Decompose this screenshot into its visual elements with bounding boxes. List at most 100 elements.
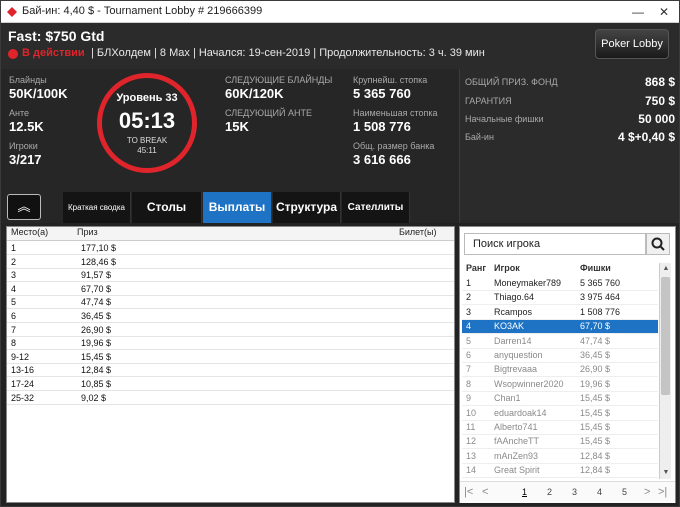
- player-rank: 2: [466, 292, 472, 303]
- scroll-down-icon[interactable]: ▼: [660, 467, 672, 479]
- payout-prize: 177,10 $: [81, 243, 117, 253]
- player-chips: 36,45 $: [580, 350, 611, 360]
- players-scrollbar[interactable]: ▲ ▼: [659, 263, 671, 479]
- pokerstars-logo-icon: [7, 7, 17, 17]
- next-ante-value: 15K: [225, 119, 249, 134]
- scroll-thumb[interactable]: [661, 277, 670, 395]
- payout-place: 9-12: [11, 351, 30, 362]
- page-link[interactable]: 4: [597, 487, 602, 497]
- last-page-icon[interactable]: >|: [658, 486, 667, 498]
- next-ante-label: СЛЕДУЮЩИЙ АНТЕ: [225, 108, 312, 118]
- player-row[interactable]: 13 mAnZen93 12,84 $: [462, 450, 658, 464]
- player-row[interactable]: 2 Thiago.64 3 975 464: [462, 291, 658, 306]
- smallest-stack-value: 1 508 776: [353, 119, 411, 134]
- level-clock: 05:13: [118, 108, 176, 133]
- payout-row: 6 36,45 $: [7, 310, 454, 323]
- level-timer: Уровень 33 05:13 TO BREAK 45:11: [97, 73, 197, 173]
- payout-prize: 36,45 $: [81, 311, 112, 321]
- poker-lobby-button[interactable]: Poker Lobby: [595, 29, 669, 59]
- collapse-button[interactable]: ︽: [7, 194, 41, 220]
- player-search-input[interactable]: Поиск игрока: [464, 233, 646, 255]
- starting-chips-label: Начальные фишки: [465, 114, 544, 124]
- player-row[interactable]: 4 KO3AK 67,70 $: [462, 320, 658, 335]
- first-page-icon[interactable]: |<: [464, 486, 473, 498]
- payout-row: 4 67,70 $: [7, 283, 454, 296]
- player-rank: 1: [466, 278, 472, 288]
- player-row[interactable]: 12 fAAncheTT 15,45 $: [462, 435, 658, 450]
- payout-place: 7: [11, 324, 17, 335]
- tab-tables[interactable]: Столы: [132, 192, 202, 223]
- minimize-button[interactable]: —: [627, 3, 649, 21]
- player-player: Chan1: [494, 393, 521, 404]
- page-link[interactable]: 1: [522, 487, 527, 497]
- next-blinds-label: СЛЕДУЮЩИЕ БЛАЙНДЫ: [225, 75, 333, 85]
- col-ticket-header: Билет(ы): [399, 227, 437, 237]
- player-chips: 12,84 $: [580, 450, 611, 461]
- payouts-header: [7, 227, 454, 241]
- buyin-value: 4 $+0,40 $: [617, 130, 675, 144]
- search-button[interactable]: [646, 233, 670, 255]
- to-break-value: 45:11: [137, 146, 157, 155]
- close-button[interactable]: ✕: [653, 3, 675, 21]
- col-chips-header: Фишки: [580, 263, 611, 273]
- page-link[interactable]: 2: [547, 487, 552, 497]
- player-row[interactable]: 10 eduardoak14 15,45 $: [462, 407, 658, 421]
- player-rank: 12: [466, 436, 477, 447]
- next-page-icon[interactable]: >: [644, 486, 650, 498]
- payout-place: 17-24: [11, 379, 35, 389]
- player-player: eduardoak14: [494, 407, 547, 418]
- player-row[interactable]: 1 Moneymaker789 5 365 760: [462, 277, 658, 291]
- payout-row: 17-24 10,85 $: [7, 378, 454, 391]
- page-link[interactable]: 5: [622, 487, 627, 497]
- prev-page-icon[interactable]: <: [482, 486, 488, 498]
- tab-summary[interactable]: Краткая сводка: [63, 192, 131, 223]
- player-rank: 9: [466, 393, 472, 404]
- player-player: KO3AK: [494, 321, 525, 332]
- player-player: Darren14: [494, 335, 532, 346]
- next-blinds-value: 60K/120K: [225, 86, 284, 101]
- ante-value: 12.5K: [9, 119, 44, 134]
- player-chips: 5 365 760: [580, 278, 621, 288]
- payout-row: 1 177,10 $: [7, 242, 454, 255]
- page-link[interactable]: 3: [572, 487, 577, 497]
- player-rank: 8: [466, 378, 472, 389]
- player-rank: 11: [466, 422, 476, 432]
- player-player: Great Spirit: [494, 465, 540, 476]
- player-player: Thiago.64: [494, 292, 535, 303]
- payout-place: 5: [11, 297, 17, 308]
- player-row[interactable]: 14 Great Spirit 12,84 $: [462, 464, 658, 479]
- starting-chips-value: 50 000: [638, 112, 675, 126]
- bank-label: Общ. размер банка: [353, 141, 435, 151]
- status-dot-icon: [8, 49, 18, 59]
- payout-place: 2: [11, 256, 17, 267]
- tab-payouts[interactable]: Выплаты: [203, 192, 272, 223]
- player-row[interactable]: 6 anyquestion 36,45 $: [462, 349, 658, 363]
- payout-prize: 15,45 $: [81, 351, 112, 362]
- payout-row: 25-32 9,02 $: [7, 392, 454, 405]
- player-player: Moneymaker789: [494, 278, 562, 288]
- prize-pool-value: 868 $: [644, 75, 675, 89]
- player-chips: 19,96 $: [580, 378, 611, 389]
- player-rank: 4: [466, 321, 472, 332]
- player-row[interactable]: 7 Bigtrevaaa 26,90 $: [462, 363, 658, 378]
- player-row[interactable]: 9 Chan1 15,45 $: [462, 392, 658, 407]
- payout-prize: 26,90 $: [81, 324, 112, 335]
- player-row[interactable]: 11 Alberto741 15,45 $: [462, 421, 658, 435]
- player-rank: 6: [466, 350, 472, 360]
- scroll-up-icon[interactable]: ▲: [660, 263, 672, 275]
- player-chips: 67,70 $: [580, 321, 611, 332]
- player-chips: 3 975 464: [580, 292, 621, 303]
- player-chips: 26,90 $: [580, 364, 611, 375]
- payout-row: 9-12 15,45 $: [7, 351, 454, 364]
- tab-structure[interactable]: Структура: [273, 192, 341, 223]
- player-row[interactable]: 5 Darren14 47,74 $: [462, 335, 658, 349]
- player-row[interactable]: 8 Wsopwinner2020 19,96 $: [462, 378, 658, 392]
- player-row[interactable]: 3 Rcampos 1 508 776: [462, 306, 658, 320]
- payout-row: 2 128,46 $: [7, 256, 454, 269]
- player-chips: 15,45 $: [580, 422, 611, 432]
- tab-satellites[interactable]: Сателлиты: [342, 192, 410, 223]
- payouts-table: Место(а) Приз Билет(ы) 1 177,10 $ 2 128,46 …: [6, 226, 455, 503]
- payout-row: 13-16 12,84 $: [7, 364, 454, 378]
- player-player: mAnZen93: [494, 450, 539, 461]
- player-chips: 47,74 $: [580, 335, 611, 346]
